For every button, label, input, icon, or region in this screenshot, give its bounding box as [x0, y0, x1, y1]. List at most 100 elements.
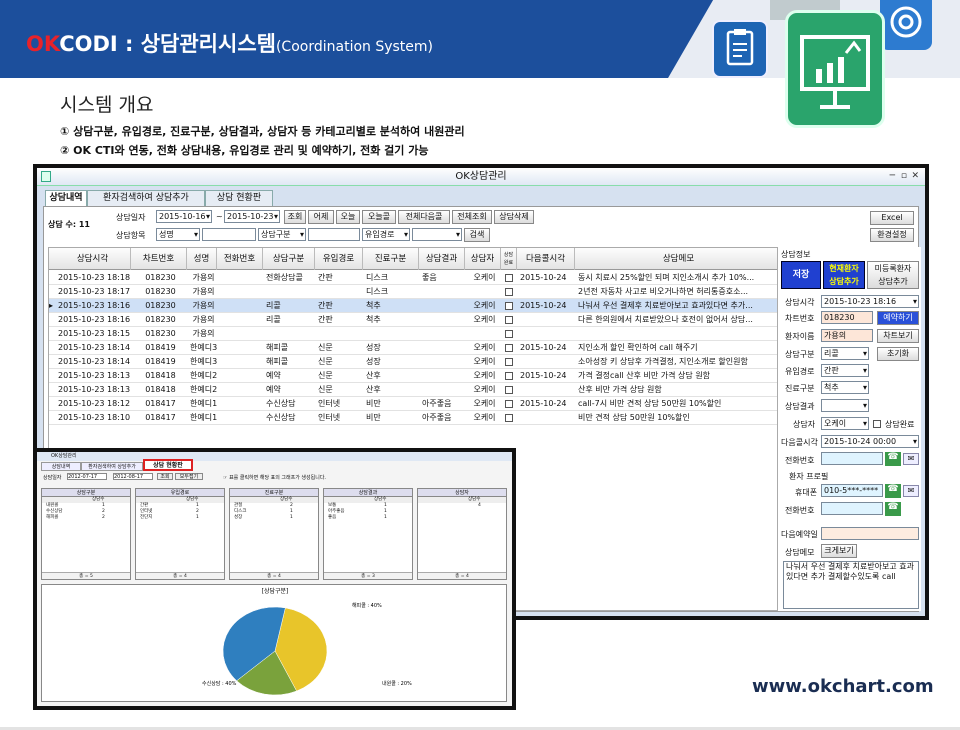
grid-header-time[interactable]: 상담시각 [55, 248, 131, 270]
close-button[interactable]: ✕ [911, 171, 919, 182]
query-button[interactable]: 조회 [284, 210, 306, 224]
all-next-call-button[interactable]: 전체다음콜 [398, 210, 450, 224]
yesterday-button[interactable]: 어제 [308, 210, 334, 224]
done-checkbox[interactable] [873, 420, 881, 428]
inset-tab-2[interactable]: 상담 현황판 [143, 459, 193, 471]
delete-consult-button[interactable]: 상담삭제 [494, 210, 534, 224]
patient-input[interactable]: 가용의 [821, 329, 873, 342]
mobile-input[interactable]: 010-5***-**** [821, 484, 883, 497]
date-from-input[interactable]: 2015-10-16 [156, 210, 212, 223]
done-checkbox[interactable] [505, 358, 513, 366]
stat-box[interactable]: 상담결과 상담수 보통 1 아주좋음 1 좋음 1 총 = 3 [323, 488, 413, 580]
sms-icon[interactable]: ✉ [903, 485, 919, 497]
next-reservation-input[interactable] [821, 527, 919, 540]
stat-box[interactable]: 진료구분 상담수 관절 2 디스크 1 성장 1 총 = 4 [229, 488, 319, 580]
inset-query-button[interactable]: 조회 [157, 473, 173, 480]
enlarge-button[interactable]: 크게보기 [821, 544, 857, 558]
table-row[interactable]: 2015-10-23 18:13 018418 한예디2 예약 신문 산후 오케이 산후 비만… [49, 383, 777, 397]
current-patient-add-button[interactable]: 현재환자 상담추가 [823, 261, 865, 289]
route-select[interactable]: 간판 [821, 364, 869, 377]
table-row[interactable]: 2015-10-23 18:17 018230 가용의 디스크 2년전 자동차 사고로 … [49, 285, 777, 299]
inset-collapse-button[interactable]: 모두접기 [175, 473, 203, 480]
done-checkbox[interactable] [505, 330, 513, 338]
stat-row[interactable]: 좋음 1 [324, 515, 412, 521]
table-row[interactable]: 2015-10-23 18:12 018417 한예디1 수신상담 인터넷 비만 아주좋음 오… [49, 397, 777, 411]
time-input[interactable]: 2015-10-23 18:16 [821, 295, 919, 308]
table-row[interactable]: 2015-10-23 18:14 018419 한예디3 해피콜 신문 성장 오케이 소아성장… [49, 355, 777, 369]
done-checkbox[interactable] [505, 344, 513, 352]
save-button[interactable]: 저장 [781, 261, 821, 289]
stat-row[interactable]: 전단지 1 [136, 515, 224, 521]
grid-header-name[interactable]: 성명 [187, 248, 217, 270]
inset-tab-0[interactable]: 상담내역 [41, 462, 81, 471]
reset-button[interactable]: 초기화 [877, 347, 919, 361]
tab-dashboard[interactable]: 상담 현황판 [205, 190, 273, 206]
mail-icon[interactable]: ✉ [903, 453, 919, 465]
filter-type-input[interactable] [308, 228, 360, 241]
phone-input[interactable] [821, 452, 883, 465]
grid-header-chart[interactable]: 차트번호 [131, 248, 187, 270]
table-row[interactable]: ▸ 2015-10-23 18:16 018230 가용의 리콜 간판 척추 오케이 2015-… [49, 299, 777, 313]
type-select[interactable]: 리콜 [821, 347, 869, 360]
stat-box[interactable]: 상담자 상담수 4 총 = 4 [417, 488, 507, 580]
stat-row[interactable]: 4 [418, 503, 506, 509]
stat-row[interactable]: 성장 1 [230, 515, 318, 521]
done-checkbox[interactable] [505, 274, 513, 282]
table-row[interactable]: 2015-10-23 18:15 018230 가용의 [49, 327, 777, 341]
done-checkbox[interactable] [505, 288, 513, 296]
filter-route-select[interactable]: 유입경로 [362, 228, 410, 241]
table-row[interactable]: 2015-10-23 18:13 018418 한예디2 예약 신문 산후 오케이 2015-… [49, 369, 777, 383]
minimize-button[interactable]: ─ [890, 171, 895, 182]
maximize-button[interactable]: ▫ [901, 171, 907, 182]
reserve-button[interactable]: 예약하기 [877, 311, 919, 325]
table-row[interactable]: 2015-10-23 18:18 018230 가용의 전화상담콜 간판 디스크 좋음 오케이… [49, 271, 777, 285]
today-button[interactable]: 오늘 [336, 210, 360, 224]
excel-button[interactable]: Excel [870, 211, 914, 225]
tab-consult-list[interactable]: 상담내역 [45, 190, 87, 206]
dept-select[interactable]: 척추 [821, 381, 869, 394]
all-query-button[interactable]: 전체조회 [452, 210, 492, 224]
filter-name-select[interactable]: 성명 [156, 228, 200, 241]
grid-header-done[interactable]: 상담 완료 [501, 248, 517, 270]
grid-header-phone[interactable]: 전화번호 [217, 248, 263, 270]
inset-tab-1[interactable]: 환자검색하여 상담추가 [81, 462, 143, 471]
grid-header-next[interactable]: 다음콜시각 [517, 248, 575, 270]
inset-date-from[interactable]: 2012-07-17 [67, 473, 107, 480]
grid-header-memo[interactable]: 상담메모 [575, 248, 783, 270]
chart-view-button[interactable]: 차트보기 [877, 329, 919, 343]
grid-header-result[interactable]: 상담결과 [419, 248, 465, 270]
grid-header-route[interactable]: 유입경로 [315, 248, 363, 270]
result-select[interactable] [821, 399, 869, 412]
done-checkbox[interactable] [505, 372, 513, 380]
next-input[interactable]: 2015-10-24 00:00 [821, 435, 919, 448]
phone-call-icon[interactable]: ☎ [885, 452, 901, 466]
tel-input[interactable] [821, 502, 883, 515]
filter-type-select[interactable]: 상담구분 [258, 228, 306, 241]
done-checkbox[interactable] [505, 302, 513, 310]
stat-box[interactable]: 유입경로 상담수 간판 1 인터넷 2 전단지 1 총 = 4 [135, 488, 225, 580]
grid-header-type[interactable]: 상담구분 [263, 248, 315, 270]
done-checkbox[interactable] [505, 386, 513, 394]
date-to-input[interactable]: 2015-10-23 [224, 210, 280, 223]
unreg-patient-add-button[interactable]: 미등록환자 상담추가 [867, 261, 919, 289]
stat-row[interactable]: 해피콜 2 [42, 515, 130, 521]
table-row[interactable]: 2015-10-23 18:16 018230 가용의 리콜 간판 척추 오케이 다른 한의원… [49, 313, 777, 327]
done-checkbox[interactable] [505, 400, 513, 408]
memo-textarea[interactable]: 나눠서 우선 결제후 치료받아보고 효과있다면 추가 결제할수있도록 call [783, 561, 919, 609]
search-button[interactable]: 검색 [464, 228, 490, 242]
grid-header-dept[interactable]: 진료구분 [363, 248, 419, 270]
inset-date-to[interactable]: 2012-08-17 [113, 473, 153, 480]
mobile-call-icon[interactable]: ☎ [885, 484, 901, 498]
table-row[interactable]: 2015-10-23 18:14 018419 한예디3 해피콜 신문 성장 오케이 2015… [49, 341, 777, 355]
staff-select[interactable]: 오케이 [821, 417, 869, 430]
today-call-button[interactable]: 오늘콜 [362, 210, 396, 224]
chart-input[interactable]: 018230 [821, 311, 873, 324]
tel-call-icon[interactable]: ☎ [885, 502, 901, 516]
tab-search-add[interactable]: 환자검색하여 상담추가 [87, 190, 205, 206]
settings-button[interactable]: 환경설정 [870, 228, 914, 242]
grid-header-staff[interactable]: 상담자 [465, 248, 501, 270]
done-checkbox[interactable] [505, 316, 513, 324]
filter-route-input[interactable] [412, 228, 462, 241]
stat-box[interactable]: 상담구분 상담수 내원콜 1 수신상담 2 해피콜 2 총 = 5 [41, 488, 131, 580]
done-checkbox[interactable] [505, 414, 513, 422]
